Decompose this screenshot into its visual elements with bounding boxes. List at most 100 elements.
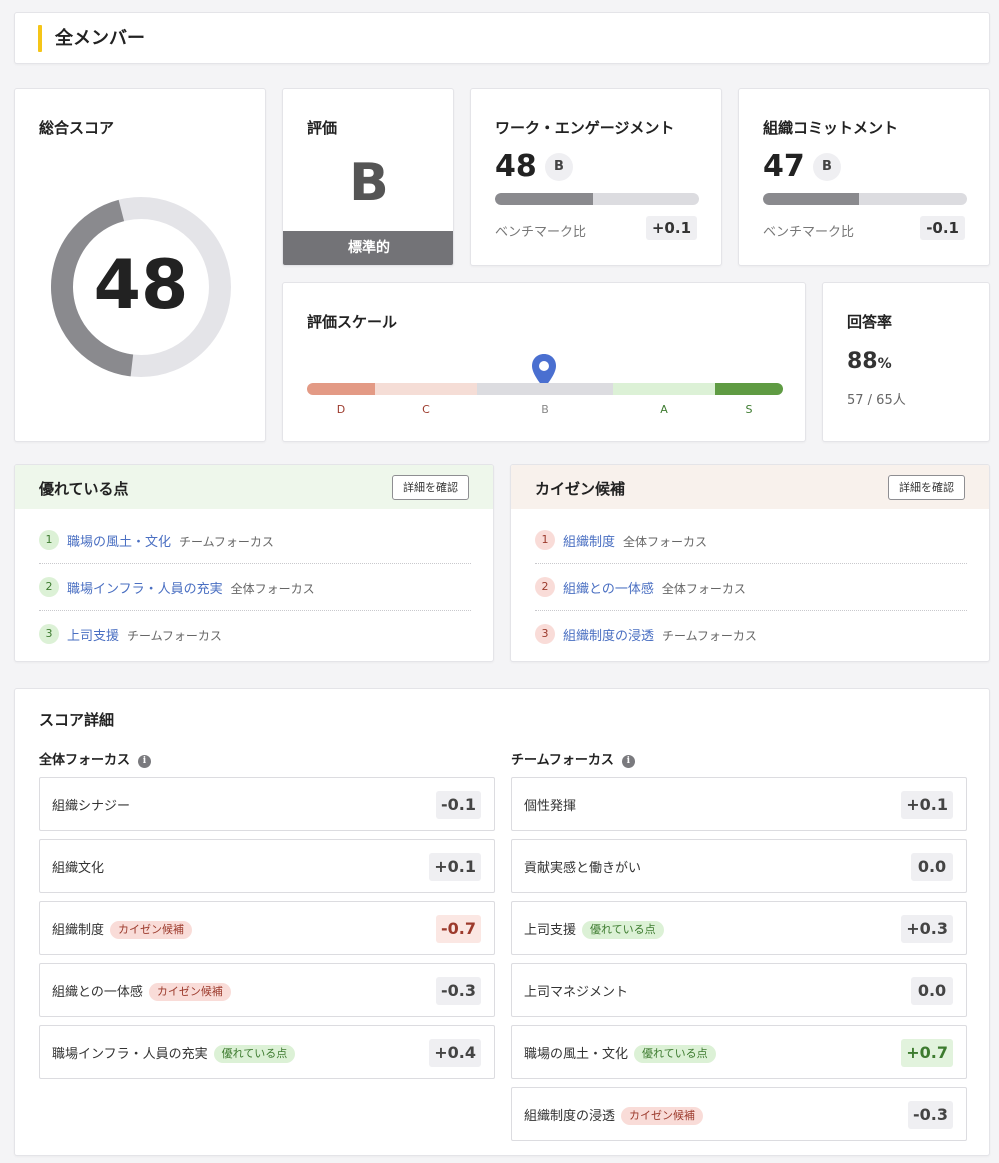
commitment-grade-badge: B <box>813 153 841 181</box>
score-row-name: 上司マネジメント <box>524 985 629 1000</box>
kaizen-item-number: 1 <box>535 530 555 550</box>
score-row: 上司支援 優れている点 +0.3 <box>511 901 967 955</box>
strengths-item-title[interactable]: 職場の風土・文化 チームフォーカス <box>67 531 274 550</box>
header-accent-bar <box>38 25 42 52</box>
score-row-label: 組織シナジー <box>52 795 130 814</box>
kaizen-item[interactable]: 2 組織との一体感 全体フォーカス <box>535 564 967 611</box>
score-row-label: 組織文化 <box>52 857 104 876</box>
score-row-value: 0.0 <box>911 853 953 881</box>
strengths-item-title[interactable]: 職場インフラ・人員の充実 全体フォーカス <box>67 578 315 597</box>
engagement-progress-fill <box>495 193 593 205</box>
kaizen-title: カイゼン候補 <box>535 480 626 498</box>
score-row-tag: カイゼン候補 <box>110 921 193 939</box>
strengths-item[interactable]: 1 職場の風土・文化 チームフォーカス <box>39 517 471 564</box>
kaizen-item-link[interactable]: 組織との一体感 <box>563 582 654 597</box>
info-icon[interactable]: i <box>138 755 152 768</box>
page-title: 全メンバー <box>55 28 145 49</box>
commitment-progress-fill <box>763 193 859 205</box>
score-row-value: -0.3 <box>908 1101 953 1129</box>
strengths-item-number: 1 <box>39 530 59 550</box>
strengths-item-focus: チームフォーカス <box>179 535 274 549</box>
page-header: 全メンバー <box>14 12 990 64</box>
scale-segment-c <box>375 383 477 395</box>
engagement-value: 48 <box>495 149 537 184</box>
strengths-item-link[interactable]: 職場の風土・文化 <box>67 535 171 550</box>
score-row-label: 上司支援 優れている点 <box>524 919 664 939</box>
engagement-title: ワーク・エンゲージメント <box>495 119 675 137</box>
kaizen-card: カイゼン候補 詳細を確認 1 組織制度 全体フォーカス 2 組織との一体感 全体フォーカス… <box>510 464 990 662</box>
score-row-value: -0.1 <box>436 791 481 819</box>
scale-segment-b <box>477 383 613 395</box>
score-row: 組織制度の浸透 カイゼン候補 -0.3 <box>511 1087 967 1141</box>
kaizen-item-title[interactable]: 組織制度 全体フォーカス <box>563 531 707 550</box>
engagement-bench-label: ベンチマーク比 <box>495 225 587 240</box>
score-row-label: 組織制度の浸透 カイゼン候補 <box>524 1105 704 1125</box>
response-rate-value: 88% <box>847 349 892 374</box>
score-row-value: -0.3 <box>436 977 481 1005</box>
score-row: 個性発揮 +0.1 <box>511 777 967 831</box>
strengths-item-link[interactable]: 上司支援 <box>67 629 119 644</box>
scale-label-b: B <box>541 403 549 416</box>
overall-focus-label: 全体フォーカス <box>39 753 131 768</box>
kaizen-item-link[interactable]: 組織制度 <box>563 535 615 550</box>
response-rate-percent: 88 <box>847 349 878 374</box>
rating-title: 評価 <box>307 119 338 137</box>
strengths-item-title[interactable]: 上司支援 チームフォーカス <box>67 625 222 644</box>
score-detail-card: スコア詳細 全体フォーカス i チームフォーカス i 組織シナジー -0.1 組織文化 +… <box>14 688 990 1156</box>
kaizen-details-button[interactable]: 詳細を確認 <box>888 475 965 500</box>
kaizen-item-focus: チームフォーカス <box>662 629 757 643</box>
response-count: 57 / 65人 <box>847 393 906 408</box>
score-row-name: 職場の風土・文化 <box>524 1047 629 1062</box>
kaizen-item-title[interactable]: 組織制度の浸透 チームフォーカス <box>563 625 757 644</box>
kaizen-item[interactable]: 1 組織制度 全体フォーカス <box>535 517 967 564</box>
response-rate-unit: % <box>877 356 892 372</box>
rating-scale-title: 評価スケール <box>307 313 398 331</box>
kaizen-item-number: 2 <box>535 577 555 597</box>
score-row: 組織文化 +0.1 <box>39 839 495 893</box>
commitment-progress-track <box>763 193 967 205</box>
response-rate-card: 回答率 88% 57 / 65人 <box>822 282 990 442</box>
engagement-progress-track <box>495 193 699 205</box>
rating-scale-card: 評価スケール D C B A S <box>282 282 806 442</box>
strengths-item[interactable]: 3 上司支援 チームフォーカス <box>39 611 471 658</box>
strengths-item-link[interactable]: 職場インフラ・人員の充実 <box>67 582 223 597</box>
strengths-item[interactable]: 2 職場インフラ・人員の充実 全体フォーカス <box>39 564 471 611</box>
strengths-item-number: 2 <box>39 577 59 597</box>
engagement-bench-value: +0.1 <box>645 216 697 240</box>
strengths-item-focus: チームフォーカス <box>127 629 222 643</box>
score-row-tag: カイゼン候補 <box>148 983 231 1001</box>
scale-segment-s <box>715 383 783 395</box>
score-row-value: 0.0 <box>911 977 953 1005</box>
score-row-label: 職場の風土・文化 優れている点 <box>524 1043 716 1063</box>
score-row: 組織との一体感 カイゼン候補 -0.3 <box>39 963 495 1017</box>
scale-segment-a <box>613 383 715 395</box>
score-row-name: 組織シナジー <box>52 799 131 814</box>
kaizen-item[interactable]: 3 組織制度の浸透 チームフォーカス <box>535 611 967 658</box>
score-row: 上司マネジメント 0.0 <box>511 963 967 1017</box>
kaizen-item-title[interactable]: 組織との一体感 全体フォーカス <box>563 578 746 597</box>
score-row-tag: 優れている点 <box>213 1045 296 1063</box>
scale-segment-d <box>307 383 375 395</box>
strengths-details-button[interactable]: 詳細を確認 <box>392 475 469 500</box>
score-row-name: 組織制度の浸透 <box>524 1109 616 1124</box>
kaizen-header: カイゼン候補 詳細を確認 <box>511 465 989 509</box>
score-row-name: 組織との一体感 <box>52 985 143 1000</box>
score-row: 貢献実感と働きがい 0.0 <box>511 839 967 893</box>
total-score-value: 48 <box>93 246 189 325</box>
total-score-card: 総合スコア 48 <box>14 88 266 442</box>
rating-grade: B <box>349 153 389 213</box>
response-rate-title: 回答率 <box>847 313 893 331</box>
commitment-title: 組織コミットメント <box>763 119 899 137</box>
score-row: 組織シナジー -0.1 <box>39 777 495 831</box>
score-row-tag: 優れている点 <box>634 1045 716 1063</box>
commitment-value: 47 <box>763 149 805 184</box>
kaizen-item-link[interactable]: 組織制度の浸透 <box>563 629 654 644</box>
score-row-name: 組織文化 <box>52 861 105 876</box>
score-row-name: 職場インフラ・人員の充実 <box>52 1047 208 1062</box>
score-row-value: -0.7 <box>436 915 481 943</box>
info-icon[interactable]: i <box>621 755 635 768</box>
score-row-name: 上司支援 <box>524 923 577 938</box>
strengths-title: 優れている点 <box>39 480 129 498</box>
commitment-bench-label: ベンチマーク比 <box>763 225 855 240</box>
team-focus-label: チームフォーカス <box>511 753 614 768</box>
